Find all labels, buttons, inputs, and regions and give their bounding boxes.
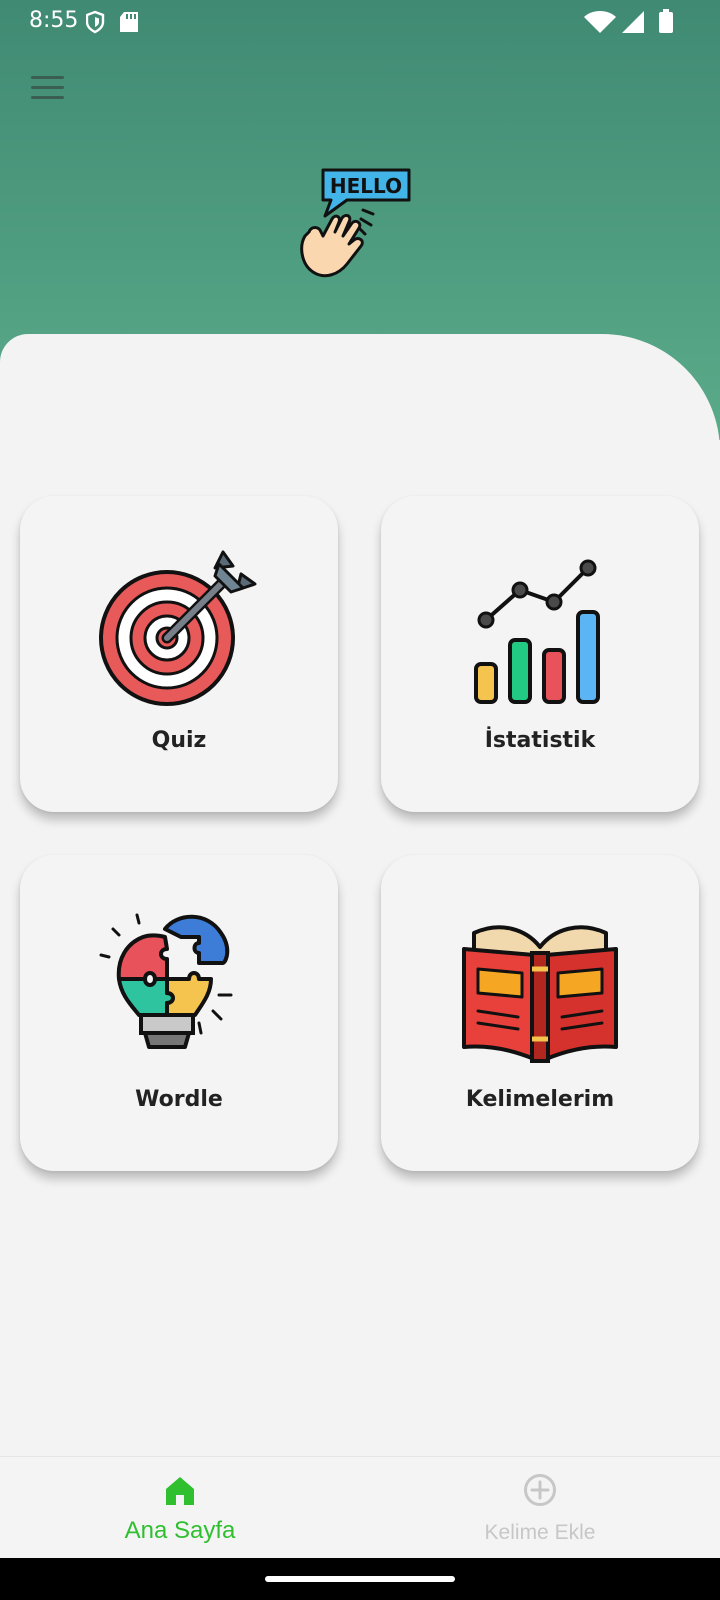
open-book-icon bbox=[462, 925, 618, 1063]
status-bar: 8:55 bbox=[0, 0, 720, 44]
nav-add-word-label: Kelime Ekle bbox=[484, 1521, 596, 1544]
gesture-handle[interactable] bbox=[265, 1576, 455, 1582]
bottom-navigation: Ana Sayfa Kelime Ekle bbox=[0, 1456, 720, 1559]
puzzle-lightbulb-icon bbox=[99, 913, 233, 1049]
system-gesture-bar bbox=[0, 1558, 720, 1600]
target-dart-icon bbox=[99, 550, 257, 706]
sd-card-icon bbox=[120, 12, 138, 32]
nav-home-label: Ana Sayfa bbox=[124, 1517, 236, 1544]
wifi-icon bbox=[584, 11, 616, 33]
nav-add-word[interactable]: Kelime Ekle bbox=[360, 1457, 720, 1559]
home-icon bbox=[166, 1477, 194, 1505]
statistics-label: İstatistik bbox=[484, 728, 596, 753]
quiz-card[interactable]: Quiz bbox=[20, 496, 338, 812]
hello-text: HELLO bbox=[330, 174, 402, 198]
shield-icon bbox=[85, 10, 138, 34]
my-words-label: Kelimelerim bbox=[465, 1087, 615, 1112]
wordle-card[interactable]: Wordle bbox=[20, 855, 338, 1171]
battery-icon bbox=[659, 9, 673, 33]
statistics-card[interactable]: İstatistik bbox=[381, 496, 699, 812]
bar-chart-trend-icon bbox=[474, 559, 600, 704]
nav-home[interactable]: Ana Sayfa bbox=[0, 1457, 360, 1559]
quiz-label: Quiz bbox=[151, 728, 207, 753]
hamburger-menu-icon[interactable] bbox=[28, 76, 68, 104]
add-circle-icon bbox=[524, 1474, 556, 1506]
status-time: 8:55 bbox=[29, 8, 79, 33]
my-words-card[interactable]: Kelimelerim bbox=[381, 855, 699, 1171]
signal-icon bbox=[622, 11, 644, 33]
hello-wave-icon: HELLO bbox=[300, 168, 411, 278]
wordle-label: Wordle bbox=[135, 1087, 223, 1112]
